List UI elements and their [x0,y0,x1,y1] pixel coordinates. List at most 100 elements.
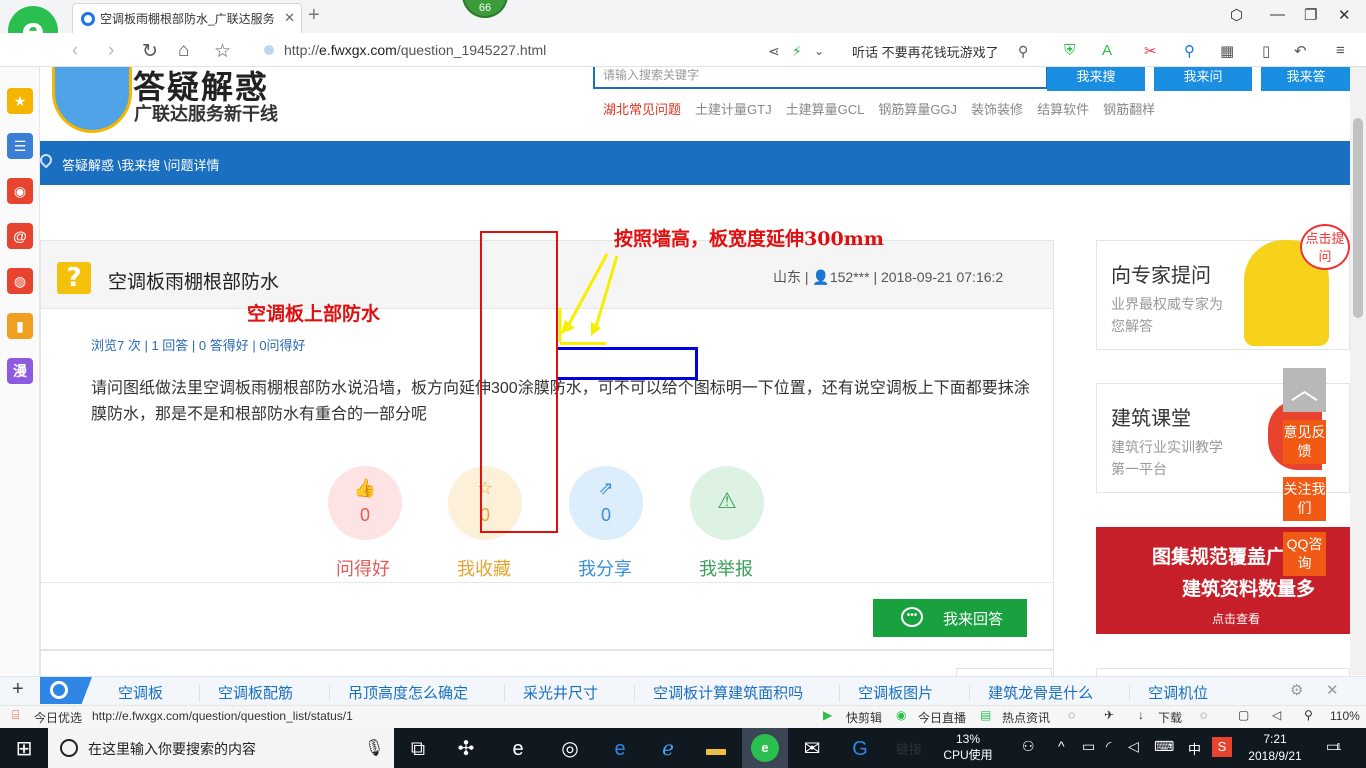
game-icon[interactable]: ◍ [7,268,33,294]
status-tool-icon[interactable]: ◌ [1068,708,1075,722]
gift-icon[interactable]: ⌸ [12,708,19,723]
thumbs-up-button[interactable]: 👍 0 [328,466,402,540]
action-label[interactable]: 我举报 [676,555,776,581]
active-browser-taskbar-button[interactable]: e [742,728,788,768]
news-ticker[interactable]: 听话 不要再花钱玩游戏了 [852,42,999,61]
cpu-monitor[interactable]: 13% CPU使用 [940,731,996,763]
keyword-link[interactable]: 空调板图片 [839,685,934,702]
hot-link[interactable]: 装饰装修 [971,102,1023,117]
tab-close-icon[interactable]: ✕ [284,10,295,26]
breadcrumb[interactable]: 答疑解惑 \我来搜 \问题详情 [62,158,219,173]
status-window-icon[interactable]: ▢ [1238,708,1249,722]
g-app-icon[interactable]: G [846,735,874,763]
sogou-ime-icon[interactable]: S [1212,737,1232,757]
translate-icon[interactable]: A [1102,42,1112,59]
feedback-button[interactable]: 意见反馈 [1283,420,1326,464]
status-pin-icon[interactable]: ✈ [1104,708,1114,722]
keyword-link[interactable]: 采光井尺寸 [504,685,599,702]
status-clean-icon[interactable]: ◌ [1200,708,1207,722]
battery-icon[interactable]: ▭ [1082,738,1095,755]
mic-icon[interactable]: 🎙 [364,738,384,758]
dropdown-icon[interactable]: ⌄ [814,44,824,58]
network-icon[interactable]: ◜ [1106,738,1111,755]
file-explorer-icon[interactable]: ▬ [702,735,730,763]
report-button[interactable]: ⚠ [690,466,764,540]
keyword-settings-icon[interactable]: ⚙ [1290,681,1303,699]
question-user[interactable]: 152*** [830,269,870,285]
apps-icon[interactable]: ▦ [1220,42,1234,60]
people-icon[interactable]: ⚇ [1022,738,1035,755]
tray-expand-icon[interactable]: ^ [1058,738,1065,754]
hot-link[interactable]: 土建算量GCL [786,102,865,117]
clip-icon[interactable]: ▶ [823,708,832,722]
home-icon[interactable]: ⌂ [178,40,189,62]
zoom-icon[interactable]: ⚲ [1304,708,1313,722]
taskbar-search[interactable]: 在这里输入你要搜索的内容 [48,728,394,768]
mail-icon[interactable]: @ [7,223,33,249]
action-label[interactable]: 我分享 [555,555,655,581]
task-view-icon[interactable]: ⧉ [404,735,432,763]
scrollbar-thumb[interactable] [1353,118,1363,318]
url-field[interactable]: http://e.fwxgx.com/question_1945227.html [284,42,546,58]
ime-indicator[interactable]: 中 [1188,739,1201,758]
back-icon[interactable]: ‹ [72,40,78,62]
ask-tag[interactable]: 点击提问 [1300,224,1350,270]
app-icon[interactable]: ◎ [556,735,584,763]
volume-icon[interactable]: ◁ [1272,708,1281,722]
zoom-level[interactable]: 110% [1330,709,1360,723]
news-icon[interactable]: ▤ [980,708,991,722]
edge-icon[interactable]: e [606,735,634,763]
live-icon[interactable]: ◉ [896,708,906,722]
speaker-icon[interactable]: ◁ [1128,738,1139,755]
ask-button[interactable]: 我来问 [1154,67,1252,91]
answer-nav-button[interactable]: 我来答 [1261,67,1351,91]
share-icon[interactable]: ⋖ [768,43,780,60]
restore-button[interactable]: ❐ [1304,6,1317,24]
weibo-icon[interactable]: ◉ [7,178,33,204]
status-item[interactable]: 热点资讯 [1002,709,1050,726]
site-search-input[interactable]: 请输入搜索关键字 [593,67,1048,89]
mail-app-icon[interactable]: ✉ [798,735,826,763]
status-item[interactable]: 下载 [1158,709,1182,726]
action-label[interactable]: 我收藏 [434,555,534,581]
keyword-link[interactable]: 吊顶高度怎么确定 [329,685,469,702]
download-icon[interactable]: ↓ [1138,708,1144,722]
hot-link[interactable]: 土建计量GTJ [695,102,772,117]
action-label[interactable]: 问得好 [313,555,413,581]
clock[interactable]: 7:21 2018/9/21 [1240,731,1310,765]
undo-icon[interactable]: ↶ [1294,42,1307,60]
novel-icon[interactable]: ▮ [7,313,33,339]
star-icon[interactable]: ☆ [214,40,231,63]
status-item[interactable]: 快剪辑 [846,709,882,726]
keyword-link[interactable]: 空调机位 [1129,685,1209,702]
answer-button[interactable]: ••• 我来回答 [873,599,1027,637]
share-button[interactable]: ⇗ 0 [569,466,643,540]
safe-icon[interactable]: ⛨ [1064,42,1075,59]
hot-link[interactable]: 钢筋翻样 [1103,102,1155,117]
close-window-button[interactable]: ✕ [1338,6,1351,24]
search-button[interactable]: 我来搜 [1047,67,1145,91]
comic-icon[interactable]: 漫 [7,358,33,384]
skin-icon[interactable]: ⬡ [1230,6,1243,24]
menu-icon[interactable]: ≡ [1336,42,1345,59]
keyword-link[interactable]: 空调板计算建筑面积吗 [634,685,804,702]
status-label[interactable]: 今日优选 [34,709,82,726]
keyword-link[interactable]: 空调板配筋 [199,685,294,702]
ticker-search-icon[interactable]: ⚲ [1018,43,1028,60]
browser-e-icon[interactable]: e [504,735,532,763]
reader-icon[interactable]: ☰ [7,133,33,159]
forward-icon[interactable]: › [108,40,114,62]
back-to-top-button[interactable]: ︿ [1283,368,1326,412]
cut-icon[interactable]: ✂ [1144,42,1157,60]
follow-button[interactable]: 关注我们 [1283,477,1326,521]
add-icon[interactable]: + [12,678,24,701]
minimize-button[interactable]: — [1270,6,1285,23]
hot-link[interactable]: 湖北常见问题 [603,102,681,117]
link-label[interactable]: 链接 [896,739,922,758]
keyword-link[interactable]: 空调板 [118,685,163,702]
status-item[interactable]: 今日直播 [918,709,966,726]
qq-button[interactable]: QQ咨询 [1283,532,1326,576]
keyboard-icon[interactable]: ⌨ [1154,738,1174,755]
hot-link[interactable]: 钢筋算量GGJ [878,102,957,117]
refresh-icon[interactable]: ↻ [142,40,158,63]
